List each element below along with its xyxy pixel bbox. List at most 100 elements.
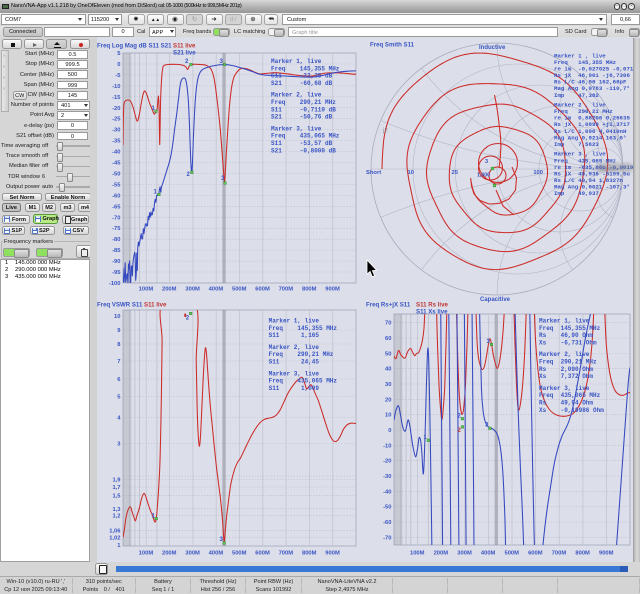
svg-text:-50: -50: [383, 505, 391, 511]
svg-text:600M: 600M: [255, 551, 270, 557]
svg-text:-40: -40: [112, 150, 120, 156]
svg-text:500M: 500M: [232, 287, 247, 293]
svg-text:Freq 290,21 MHz: Freq 290,21 MHz: [271, 99, 336, 106]
svg-text:-10: -10: [383, 443, 391, 449]
svg-text:-60: -60: [383, 520, 391, 526]
svg-text:800M: 800M: [575, 551, 590, 557]
svg-text:S11 1,165: S11 1,165: [269, 332, 320, 339]
svg-text:60: 60: [385, 336, 391, 342]
svg-text:Imp 49,937: Imp 49,937: [554, 190, 599, 197]
svg-text:S11 -0,7110 dB: S11 -0,7110 dB: [271, 106, 336, 113]
svg-text:400M: 400M: [209, 551, 224, 557]
svg-text:-30: -30: [383, 474, 391, 480]
svg-text:1,2: 1,2: [112, 513, 120, 519]
svg-text:100M: 100M: [139, 287, 154, 293]
svg-text:1,02: 1,02: [109, 536, 120, 542]
svg-text:Freq VSWR S11: Freq VSWR S11: [97, 302, 143, 309]
svg-text:Short: Short: [366, 170, 381, 176]
svg-text:0: 0: [117, 62, 120, 68]
svg-text:S21 live: S21 live: [173, 50, 196, 57]
svg-text:-35: -35: [112, 139, 121, 145]
svg-text:Xs -0,19986 Ohm: Xs -0,19986 Ohm: [539, 407, 604, 414]
svg-text:Marker 2, live: Marker 2, live: [539, 351, 590, 358]
svg-text:-75: -75: [112, 226, 121, 232]
svg-text:-100: -100: [109, 281, 121, 287]
svg-text:S21 -60,68 dB: S21 -60,68 dB: [271, 80, 333, 87]
svg-text:Freq Rs+jX S11: Freq Rs+jX S11: [366, 302, 411, 309]
svg-text:7: 7: [117, 359, 120, 365]
svg-text:25: 25: [452, 170, 459, 176]
svg-text:Xs 7,372 Ohm: Xs 7,372 Ohm: [539, 373, 593, 380]
svg-text:1,06: 1,06: [109, 529, 121, 535]
svg-text:10: 10: [408, 170, 414, 176]
svg-text:-95: -95: [112, 270, 121, 276]
svg-text:Freq 435,065 MHz: Freq 435,065 MHz: [539, 392, 601, 399]
svg-text:j2: j2: [382, 128, 388, 134]
svg-text:S11 Xs live: S11 Xs live: [416, 309, 448, 316]
svg-text:Rs 49,94 Ohm: Rs 49,94 Ohm: [539, 400, 593, 407]
svg-text:200M: 200M: [162, 551, 177, 557]
svg-text:S21 -0,8000 dB: S21 -0,8000 dB: [271, 147, 336, 154]
svg-text:Marker 3, live: Marker 3, live: [269, 370, 320, 377]
svg-text:Xs -6,731 Ohm: Xs -6,731 Ohm: [539, 339, 597, 346]
svg-text:Freq Log Mag dB S11 S21: Freq Log Mag dB S11 S21: [97, 43, 172, 50]
svg-text:Inductive: Inductive: [479, 45, 506, 51]
svg-text:Freq 290,21 MHz: Freq 290,21 MHz: [269, 351, 334, 358]
svg-text:600M: 600M: [528, 551, 543, 557]
svg-text:-50: -50: [112, 172, 120, 178]
svg-text:700M: 700M: [279, 287, 294, 293]
svg-text:Marker 2, live: Marker 2, live: [271, 92, 322, 99]
svg-text:Marker 1, live: Marker 1, live: [271, 58, 322, 65]
svg-text:900M: 900M: [325, 551, 340, 557]
svg-text:-70: -70: [383, 535, 391, 541]
svg-text:-10: -10: [112, 84, 120, 90]
svg-text:200M: 200M: [434, 551, 449, 557]
svg-text:Freq 435,065 MHz: Freq 435,065 MHz: [269, 378, 338, 385]
svg-text:Imp 7,5623: Imp 7,5623: [554, 141, 599, 148]
svg-text:700M: 700M: [552, 551, 567, 557]
svg-text:Freq 145,355 MHz: Freq 145,355 MHz: [539, 325, 601, 332]
svg-text:100: 100: [533, 170, 543, 176]
svg-text:900M: 900M: [599, 551, 614, 557]
svg-text:-45: -45: [112, 161, 121, 167]
svg-text:-40: -40: [383, 489, 391, 495]
svg-text:0: 0: [388, 428, 391, 434]
svg-text:Marker 3, live: Marker 3, live: [271, 125, 322, 132]
svg-text:S11 1,009: S11 1,009: [269, 385, 320, 392]
svg-text:400M: 400M: [209, 287, 224, 293]
svg-text:-20: -20: [112, 106, 120, 112]
svg-text:-5: -5: [115, 73, 121, 79]
svg-text:800M: 800M: [302, 551, 317, 557]
svg-text:1,9: 1,9: [112, 478, 121, 484]
svg-text:700M: 700M: [279, 551, 294, 557]
svg-text:20: 20: [385, 397, 391, 403]
svg-text:300M: 300M: [457, 551, 472, 557]
svg-text:100M: 100M: [139, 551, 154, 557]
svg-text:10: 10: [114, 314, 120, 320]
svg-text:1,000: 1,000: [477, 173, 490, 179]
svg-text:1,3: 1,3: [112, 507, 121, 513]
svg-text:Marker 3, live: Marker 3, live: [539, 385, 590, 392]
svg-text:Freq Smith S11: Freq Smith S11: [370, 42, 415, 49]
svg-text:-85: -85: [112, 248, 121, 254]
svg-text:200M: 200M: [162, 287, 177, 293]
svg-text:500M: 500M: [232, 551, 247, 557]
svg-text:300M: 300M: [185, 287, 200, 293]
svg-text:Imp 47,382: Imp 47,382: [554, 92, 599, 99]
svg-text:S11 24,45: S11 24,45: [269, 359, 320, 366]
svg-text:Rs 46,90 Ohm: Rs 46,90 Ohm: [539, 332, 593, 339]
svg-text:1,7: 1,7: [112, 485, 120, 491]
svg-text:-25: -25: [112, 117, 121, 123]
svg-text:Marker 2, live: Marker 2, live: [269, 344, 320, 351]
svg-text:100M: 100M: [410, 551, 425, 557]
svg-text:S21 -50,76 dB: S21 -50,76 dB: [271, 114, 333, 121]
svg-text:Freq 145,355 MHz: Freq 145,355 MHz: [271, 65, 340, 72]
svg-text:300M: 300M: [185, 551, 200, 557]
svg-text:-70: -70: [112, 215, 120, 221]
svg-text:50: 50: [385, 351, 391, 357]
svg-text:-55: -55: [112, 182, 121, 188]
svg-text:-80: -80: [112, 237, 120, 243]
svg-text:10: 10: [385, 413, 391, 419]
svg-text:-90: -90: [112, 259, 120, 265]
svg-text:1,5: 1,5: [112, 494, 121, 500]
